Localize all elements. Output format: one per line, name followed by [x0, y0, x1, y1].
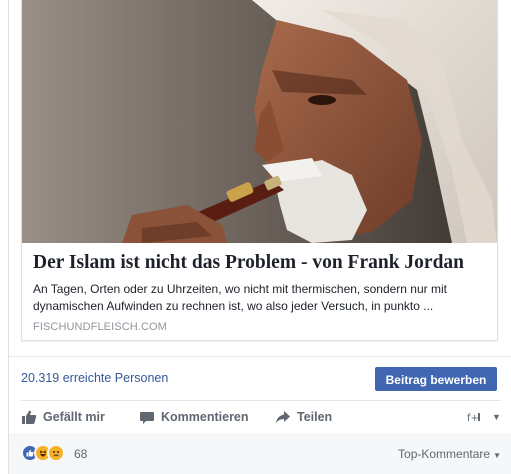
reaction-icons[interactable] — [21, 444, 65, 462]
share-button[interactable]: Teilen — [275, 401, 332, 433]
comment-sort-label: Top-Kommentare — [398, 447, 491, 461]
insights-bar: 20.319 erreichte Personen Beitrag bewerb… — [9, 356, 511, 401]
share-arrow-icon — [276, 411, 290, 423]
boost-post-button[interactable]: Beitrag bewerben — [375, 367, 497, 391]
comment-sort-dropdown[interactable]: Top-Kommentare ▼ — [398, 447, 501, 461]
like-button[interactable]: Gefällt mir — [21, 401, 105, 433]
link-domain: FISCHUNDFLEISCH.COM — [33, 321, 167, 333]
like-label: Gefällt mir — [43, 410, 105, 424]
thumbs-up-icon — [22, 410, 37, 424]
post-action-bar: Gefällt mir Kommentieren Teilen f+ ▼ — [21, 400, 501, 434]
reach-count-link[interactable]: 20.319 erreichte Personen — [21, 371, 168, 385]
comment-button[interactable]: Kommentieren — [139, 401, 249, 433]
reaction-count[interactable]: 68 — [74, 447, 87, 461]
comment-icon — [140, 412, 154, 424]
link-description: An Tagen, Orten oder zu Uhrzeiten, wo ni… — [33, 282, 447, 313]
sad-icon — [47, 444, 65, 462]
chevron-down-icon: ▼ — [492, 412, 501, 422]
svg-text:f+: f+ — [467, 413, 479, 424]
react-as-selector[interactable]: f+ ▼ — [466, 401, 501, 433]
page-avatar-icon: f+ — [467, 413, 480, 424]
portrait-image — [22, 0, 497, 243]
post-card: Der Islam ist nicht das Problem - von Fr… — [8, 0, 511, 474]
comment-label: Kommentieren — [161, 410, 249, 424]
reactions-bar: 68 Top-Kommentare ▼ — [9, 433, 511, 474]
share-label: Teilen — [297, 410, 333, 424]
link-preview-image[interactable] — [22, 0, 497, 243]
link-headline[interactable]: Der Islam ist nicht das Problem - von Fr… — [33, 252, 493, 274]
caret-down-icon: ▼ — [493, 451, 501, 460]
link-preview[interactable]: Der Islam ist nicht das Problem - von Fr… — [21, 0, 498, 341]
